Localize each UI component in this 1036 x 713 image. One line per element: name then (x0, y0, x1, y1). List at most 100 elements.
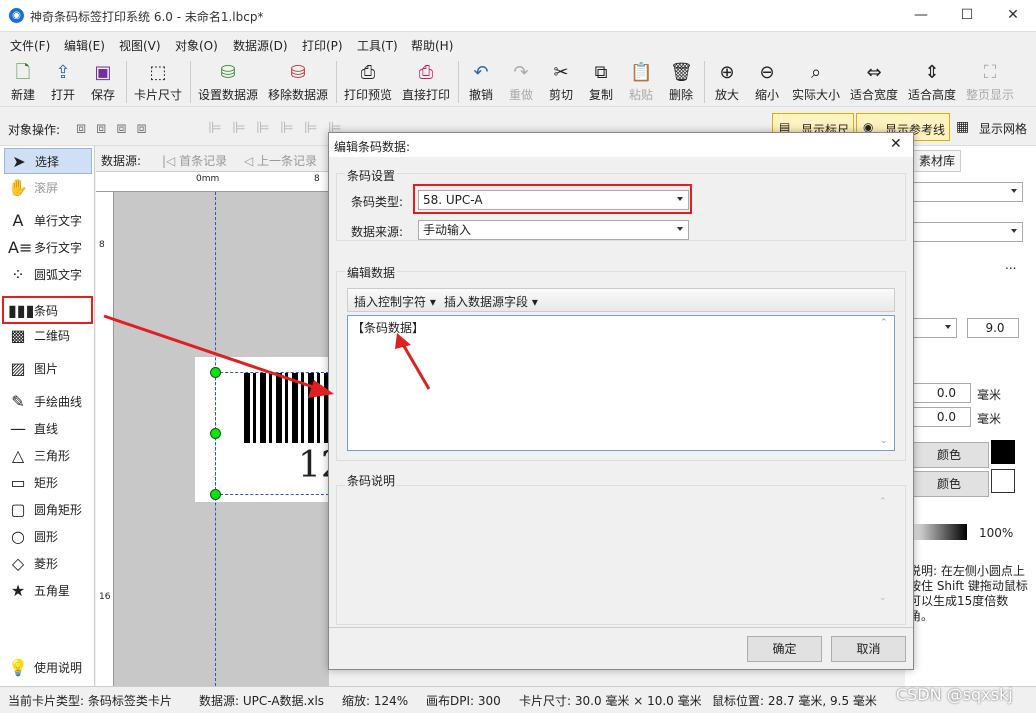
undo-icon: ↶ (473, 62, 489, 83)
tool-scroll[interactable]: ✋ 滚屏 (4, 175, 92, 201)
menu-print[interactable]: 打印(P) (302, 37, 343, 54)
property-dropdown[interactable] (911, 182, 1023, 202)
fit-height-button[interactable]: ⇕ 适合高度 (906, 60, 958, 104)
ok-button[interactable]: 确定 (747, 636, 822, 662)
insert-field-button[interactable]: 插入数据源字段 ▾ (444, 293, 538, 310)
fit-width-icon: ⇔ (866, 62, 882, 83)
card-size-button[interactable]: ⬚ 卡片尺寸 (132, 60, 184, 104)
prev-record-button[interactable]: ◁ 上一条记录 (244, 152, 317, 169)
menu-help[interactable]: 帮助(H) (411, 37, 453, 54)
font-dropdown[interactable] (911, 318, 957, 338)
menu-datasource[interactable]: 数据源(D) (233, 37, 288, 54)
open-button[interactable]: ⇪ 打开 (46, 60, 80, 104)
diamond-icon: ◇ (11, 554, 25, 573)
red-arrow (103, 314, 334, 398)
tool-multi-text[interactable]: A≡ 多行文字 (4, 235, 92, 261)
show-grid-toggle[interactable]: 显示网格 (979, 120, 1027, 137)
rounded-rect-icon: ▢ (10, 500, 26, 519)
font-size-input[interactable]: 9.0 (967, 318, 1019, 338)
delete-button[interactable]: 🗑 删除 (664, 60, 698, 104)
full-page-button[interactable]: ⛶ 整页显示 (964, 60, 1016, 104)
tool-qrcode[interactable]: ▩ 二维码 (4, 323, 92, 349)
print-preview-button[interactable]: ⎙ 打印预览 (342, 60, 394, 104)
qrcode-icon: ▩ (10, 326, 26, 345)
copy-button[interactable]: ⧉ 复制 (584, 60, 618, 104)
menu-edit[interactable]: 编辑(E) (64, 37, 105, 54)
opacity-slider[interactable] (909, 524, 967, 540)
back-color-button[interactable]: 颜色 (909, 471, 989, 497)
tool-panel: ➤ 选择 ✋ 滚屏 A 单行文字 A≡ 多行文字 ⁘ 圆弧文字 ▮▮▮ 条码 ▩ 二维码 ▨ 图… (0, 146, 95, 686)
dialog-divider (329, 627, 913, 628)
hand-icon: ✋ (8, 178, 28, 197)
fit-width-button[interactable]: ⇔ 适合宽度 (848, 60, 900, 104)
save-icon: ▣ (94, 62, 112, 83)
image-icon: ▨ (10, 359, 26, 378)
cut-button[interactable]: ✂ 剪切 (544, 60, 578, 104)
tool-rounded-rect[interactable]: ▢ 圆角矩形 (4, 497, 92, 523)
insert-control-char-button[interactable]: 插入控制字符 ▾ (354, 293, 436, 310)
zoom-out-icon: ⊖ (759, 62, 775, 83)
tool-select[interactable]: ➤ 选择 (4, 148, 92, 174)
offset-y-input[interactable]: 0.0 (911, 407, 971, 427)
barcode-type-select[interactable]: 58. UPC-A (418, 190, 689, 210)
dialog-close-icon[interactable]: ✕ (890, 136, 902, 152)
set-datasource-button[interactable]: ⛁ 设置数据源 (196, 60, 260, 104)
property-dropdown[interactable] (911, 222, 1023, 242)
set-datasource-icon: ⛁ (220, 62, 236, 83)
tool-barcode[interactable]: ▮▮▮ 条码 (2, 296, 93, 324)
fore-color-button[interactable]: 颜色 (909, 442, 989, 468)
maximize-button[interactable]: ☐ (944, 0, 990, 32)
tool-rectangle[interactable]: ▭ 矩形 (4, 470, 92, 496)
tool-help[interactable]: 💡 使用说明 (4, 655, 92, 681)
design-canvas[interactable]: 0mm 8 8 16 12 (96, 172, 344, 686)
tool-image[interactable]: ▨ 图片 (4, 356, 92, 382)
title-bar: ◉ 神奇条码标签打印系统 6.0 - 未命名1.lbcp* — ☐ ✕ (0, 0, 1036, 32)
print-button[interactable]: ⎙ 直接打印 (400, 60, 452, 104)
zoom-out-button[interactable]: ⊖ 缩小 (750, 60, 784, 104)
tool-single-text[interactable]: A 单行文字 (4, 208, 92, 234)
back-color-swatch[interactable] (991, 469, 1015, 493)
remove-datasource-button[interactable]: ⛁ 移除数据源 (266, 60, 330, 104)
status-dpi: 画布DPI: 300 (426, 694, 501, 708)
tool-star[interactable]: ★ 五角星 (4, 578, 92, 604)
tool-freehand[interactable]: ✎ 手绘曲线 (4, 389, 92, 415)
settings-group-label: 条码设置 (345, 167, 398, 184)
unit-label: 毫米 (977, 388, 1002, 402)
data-source-select[interactable]: 手动输入 (418, 220, 689, 240)
scroll-down-icon[interactable]: ⌄ (880, 436, 888, 446)
more-button[interactable]: ... (1005, 258, 1016, 272)
fore-color-swatch[interactable] (991, 440, 1015, 464)
zoom-in-button[interactable]: ⊕ 放大 (710, 60, 744, 104)
minimize-button[interactable]: — (898, 0, 944, 32)
menu-tools[interactable]: 工具(T) (357, 37, 398, 54)
redo-button[interactable]: ↷ 重做 (504, 60, 538, 104)
description-area: ⌃ ⌄ (347, 493, 895, 611)
offset-x-input[interactable]: 0.0 (911, 383, 971, 403)
resize-handle[interactable] (210, 428, 221, 439)
zoom-in-icon: ⊕ (719, 62, 735, 83)
tool-triangle[interactable]: △ 三角形 (4, 443, 92, 469)
new-button[interactable]: 🗋 新建 (6, 60, 40, 104)
tab-materials[interactable]: 素材库 (913, 150, 961, 172)
layer-icons[interactable]: ⧈⧈⧈⧈ (76, 118, 157, 138)
toolbar-separator (458, 61, 459, 103)
paste-button[interactable]: 📋 粘贴 (624, 60, 658, 104)
actual-size-button[interactable]: ⌕ 实际大小 (790, 60, 842, 104)
menu-view[interactable]: 视图(V) (119, 37, 161, 54)
tool-diamond[interactable]: ◇ 菱形 (4, 551, 92, 577)
tool-circle[interactable]: ○ 圆形 (4, 524, 92, 550)
undo-button[interactable]: ↶ 撤销 (464, 60, 498, 104)
scroll-up-icon[interactable]: ⌃ (880, 318, 888, 328)
multi-text-icon: A≡ (8, 238, 33, 257)
close-button[interactable]: ✕ (990, 0, 1036, 32)
menu-object[interactable]: 对象(O) (175, 37, 218, 54)
barcode-icon: ▮▮▮ (8, 301, 35, 320)
first-record-button[interactable]: |◁ 首条记录 (162, 152, 227, 169)
resize-handle[interactable] (210, 489, 221, 500)
save-button[interactable]: ▣ 保存 (86, 60, 120, 104)
cancel-button[interactable]: 取消 (831, 636, 906, 662)
object-ops-label: 对象操作: (8, 123, 61, 137)
tool-line[interactable]: — 直线 (4, 416, 92, 442)
tool-arc-text[interactable]: ⁘ 圆弧文字 (4, 262, 92, 288)
menu-file[interactable]: 文件(F) (10, 37, 50, 54)
